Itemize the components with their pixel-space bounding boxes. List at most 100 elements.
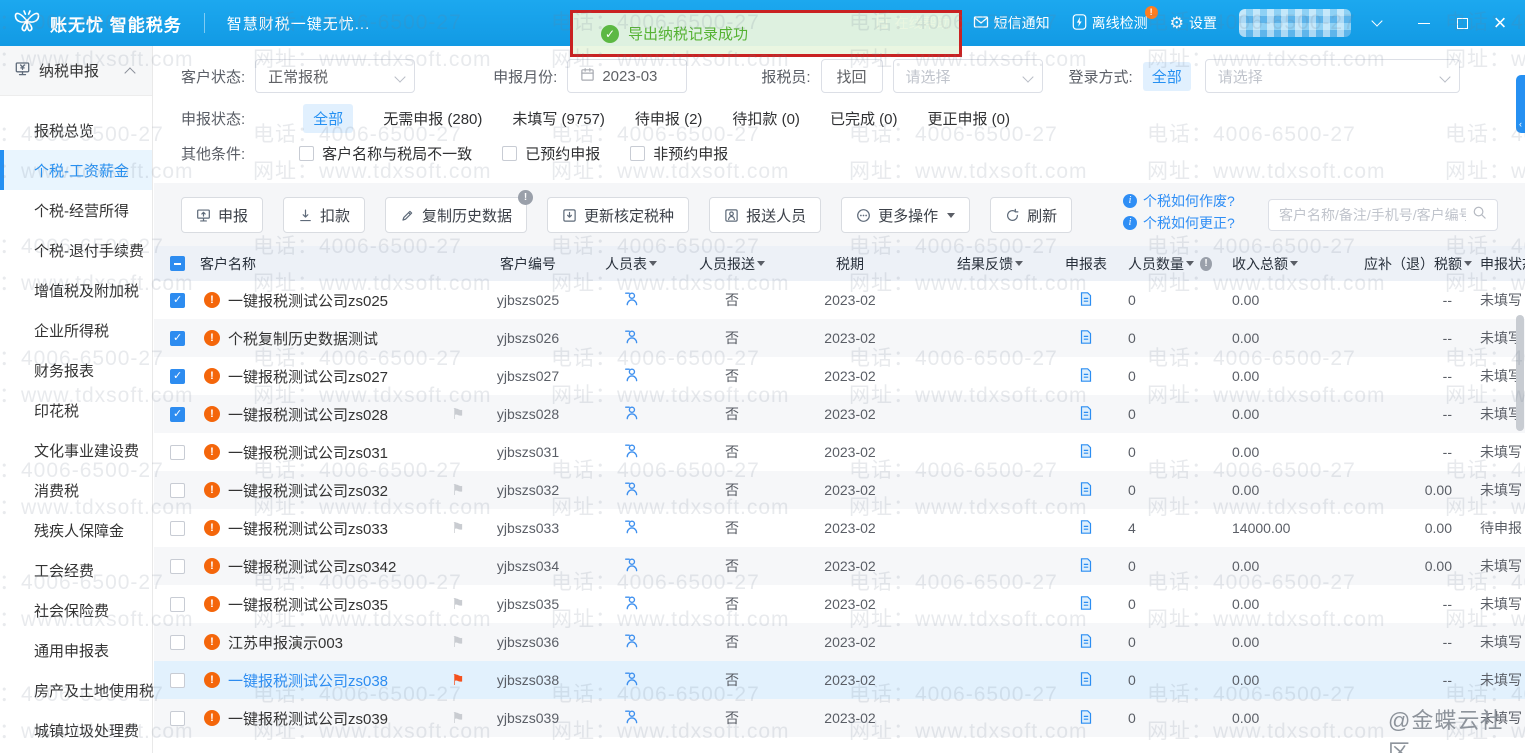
row-checkbox[interactable]: [170, 711, 185, 726]
customer-name[interactable]: 一键报税测试公司zs038: [228, 670, 388, 691]
table-row[interactable]: !一键报税测试公司zs035⚑yjbszs035否2023-0200.00--未…: [154, 585, 1525, 623]
row-checkbox[interactable]: [170, 293, 185, 308]
form-doc-icon[interactable]: [1078, 405, 1094, 424]
form-doc-icon[interactable]: [1078, 329, 1094, 348]
flag-icon[interactable]: ⚑: [451, 633, 464, 651]
status-tab-7[interactable]: 更正申报 (0): [927, 108, 1010, 129]
help-link-2[interactable]: i个税如何更正?: [1123, 212, 1235, 234]
form-doc-icon[interactable]: [1078, 709, 1094, 728]
person-report-icon[interactable]: [623, 366, 640, 386]
row-checkbox[interactable]: [170, 559, 185, 574]
form-doc-icon[interactable]: [1078, 291, 1094, 310]
minimize-button[interactable]: [1409, 8, 1439, 38]
sort-caret-icon[interactable]: [1186, 261, 1194, 266]
sidebar-item-7[interactable]: 财务报表: [0, 350, 152, 390]
table-row[interactable]: !一键报税测试公司zs0342⚑yjbszs034否2023-0200.000.…: [154, 547, 1525, 585]
row-checkbox[interactable]: [170, 635, 185, 650]
sidebar-item-3[interactable]: 个税-经营所得: [0, 190, 152, 230]
toolbar-button-7[interactable]: 刷新: [990, 197, 1072, 233]
person-report-icon[interactable]: [623, 404, 640, 424]
menu-item-2[interactable]: 短信通知: [973, 13, 1050, 33]
person-report-icon[interactable]: [623, 708, 640, 728]
header-name[interactable]: 客户名称: [200, 254, 442, 274]
flag-icon[interactable]: ⚑: [451, 671, 464, 689]
status-tab-6[interactable]: 已完成 (0): [830, 108, 898, 129]
row-checkbox[interactable]: [170, 407, 185, 422]
person-report-icon[interactable]: [623, 632, 640, 652]
customer-name[interactable]: 一键报税测试公司zs032: [228, 480, 388, 501]
customer-name[interactable]: 一键报税测试公司zs035: [228, 594, 388, 615]
header-check[interactable]: [170, 256, 200, 271]
table-row[interactable]: !一键报税测试公司zs031⚑yjbszs031否2023-0200.00--未…: [154, 433, 1525, 471]
menu-item-3[interactable]: 离线检测!: [1072, 13, 1148, 33]
table-row[interactable]: !一键报税测试公司zs028⚑yjbszs028否2023-0200.00--未…: [154, 395, 1525, 433]
flag-icon[interactable]: ⚑: [451, 595, 464, 613]
table-row[interactable]: !一键报税测试公司zs025⚑yjbszs025否2023-0200.00--未…: [154, 281, 1525, 319]
user-account-blurred[interactable]: [1239, 9, 1351, 37]
sidebar-item-2[interactable]: 个税-工资薪金: [0, 150, 152, 190]
customer-name[interactable]: 一键报税测试公司zs0342: [228, 556, 396, 577]
table-row[interactable]: !一键报税测试公司zs038⚑yjbszs038否2023-0200.00--未…: [154, 661, 1525, 699]
checkbox-icon[interactable]: [502, 146, 517, 161]
form-doc-icon[interactable]: [1078, 443, 1094, 462]
user-chevron-down-icon[interactable]: [1371, 15, 1382, 26]
customer-name[interactable]: 一键报税测试公司zs031: [228, 442, 388, 463]
form-doc-icon[interactable]: [1078, 633, 1094, 652]
row-checkbox[interactable]: [170, 483, 185, 498]
sidebar-item-13[interactable]: 社会保险费: [0, 590, 152, 630]
customer-status-select[interactable]: 正常报税: [255, 59, 415, 93]
sidebar-item-4[interactable]: 个税-退付手续费: [0, 230, 152, 270]
table-row[interactable]: !一键报税测试公司zs033⚑yjbszs033否2023-02414000.0…: [154, 509, 1525, 547]
vertical-scrollbar-thumb[interactable]: [1516, 315, 1524, 431]
select-all-checkbox[interactable]: [170, 256, 185, 271]
checkbox-icon[interactable]: [630, 146, 645, 161]
flag-icon[interactable]: ⚑: [451, 405, 464, 423]
panel-collapse-tab[interactable]: ‹: [1516, 75, 1525, 133]
row-checkbox[interactable]: [170, 445, 185, 460]
sort-caret-icon[interactable]: [1464, 261, 1472, 266]
form-doc-icon[interactable]: [1078, 671, 1094, 690]
customer-name[interactable]: 一键报税测试公司zs028: [228, 404, 388, 425]
sidebar-item-9[interactable]: 文化事业建设费: [0, 430, 152, 470]
row-checkbox[interactable]: [170, 331, 185, 346]
sidebar-item-10[interactable]: 消费税: [0, 470, 152, 510]
form-doc-icon[interactable]: [1078, 519, 1094, 538]
customer-name[interactable]: 个税复制历史数据测试: [228, 328, 378, 349]
customer-name[interactable]: 江苏申报演示003: [228, 632, 343, 653]
toolbar-button-3[interactable]: 复制历史数据!: [385, 197, 527, 233]
table-row[interactable]: !一键报税测试公司zs032⚑yjbszs032否2023-0200.000.0…: [154, 471, 1525, 509]
customer-name[interactable]: 一键报税测试公司zs033: [228, 518, 388, 539]
customer-name[interactable]: 一键报税测试公司zs039: [228, 708, 388, 729]
header-period[interactable]: 税期: [784, 254, 916, 274]
form-doc-icon[interactable]: [1078, 481, 1094, 500]
row-checkbox[interactable]: [170, 369, 185, 384]
close-button[interactable]: ×: [1485, 8, 1515, 38]
sort-caret-icon[interactable]: [1015, 261, 1023, 266]
flag-icon[interactable]: ⚑: [451, 709, 464, 727]
header-tax[interactable]: 应补（退）税额: [1352, 254, 1480, 274]
sort-caret-icon[interactable]: [649, 261, 657, 266]
header-income[interactable]: 收入总额: [1212, 254, 1352, 274]
row-checkbox[interactable]: [170, 521, 185, 536]
toolbar-button-6[interactable]: 更多操作: [841, 197, 970, 233]
header-persons[interactable]: 人员表: [582, 254, 680, 274]
sidebar-item-11[interactable]: 残疾人保障金: [0, 510, 152, 550]
toolbar-button-5[interactable]: 报送人员: [709, 197, 821, 233]
sidebar-item-16[interactable]: 城镇垃圾处理费: [0, 710, 152, 750]
help-link-1[interactable]: i个税如何作废?: [1123, 190, 1235, 212]
login-mode-all-button[interactable]: 全部: [1143, 62, 1191, 91]
sort-caret-icon[interactable]: [757, 261, 765, 266]
status-tab-4[interactable]: 待申报 (2): [635, 108, 703, 129]
customer-name[interactable]: 一键报税测试公司zs025: [228, 290, 388, 311]
login-mode-select[interactable]: 请选择: [1205, 59, 1460, 93]
table-row[interactable]: !一键报税测试公司zs039⚑yjbszs039否2023-0200.00--未…: [154, 699, 1525, 737]
sort-caret-icon[interactable]: [1290, 261, 1298, 266]
sidebar-header[interactable]: 纳税申报: [0, 46, 152, 96]
form-doc-icon[interactable]: [1078, 557, 1094, 576]
header-code[interactable]: 客户编号: [474, 254, 582, 274]
other-condition-3[interactable]: 非预约申报: [630, 143, 728, 164]
header-count[interactable]: 人员数量!: [1108, 254, 1212, 274]
toolbar-button-1[interactable]: 申报: [181, 197, 263, 233]
header-report[interactable]: 人员报送: [680, 254, 784, 274]
person-report-icon[interactable]: [623, 556, 640, 576]
